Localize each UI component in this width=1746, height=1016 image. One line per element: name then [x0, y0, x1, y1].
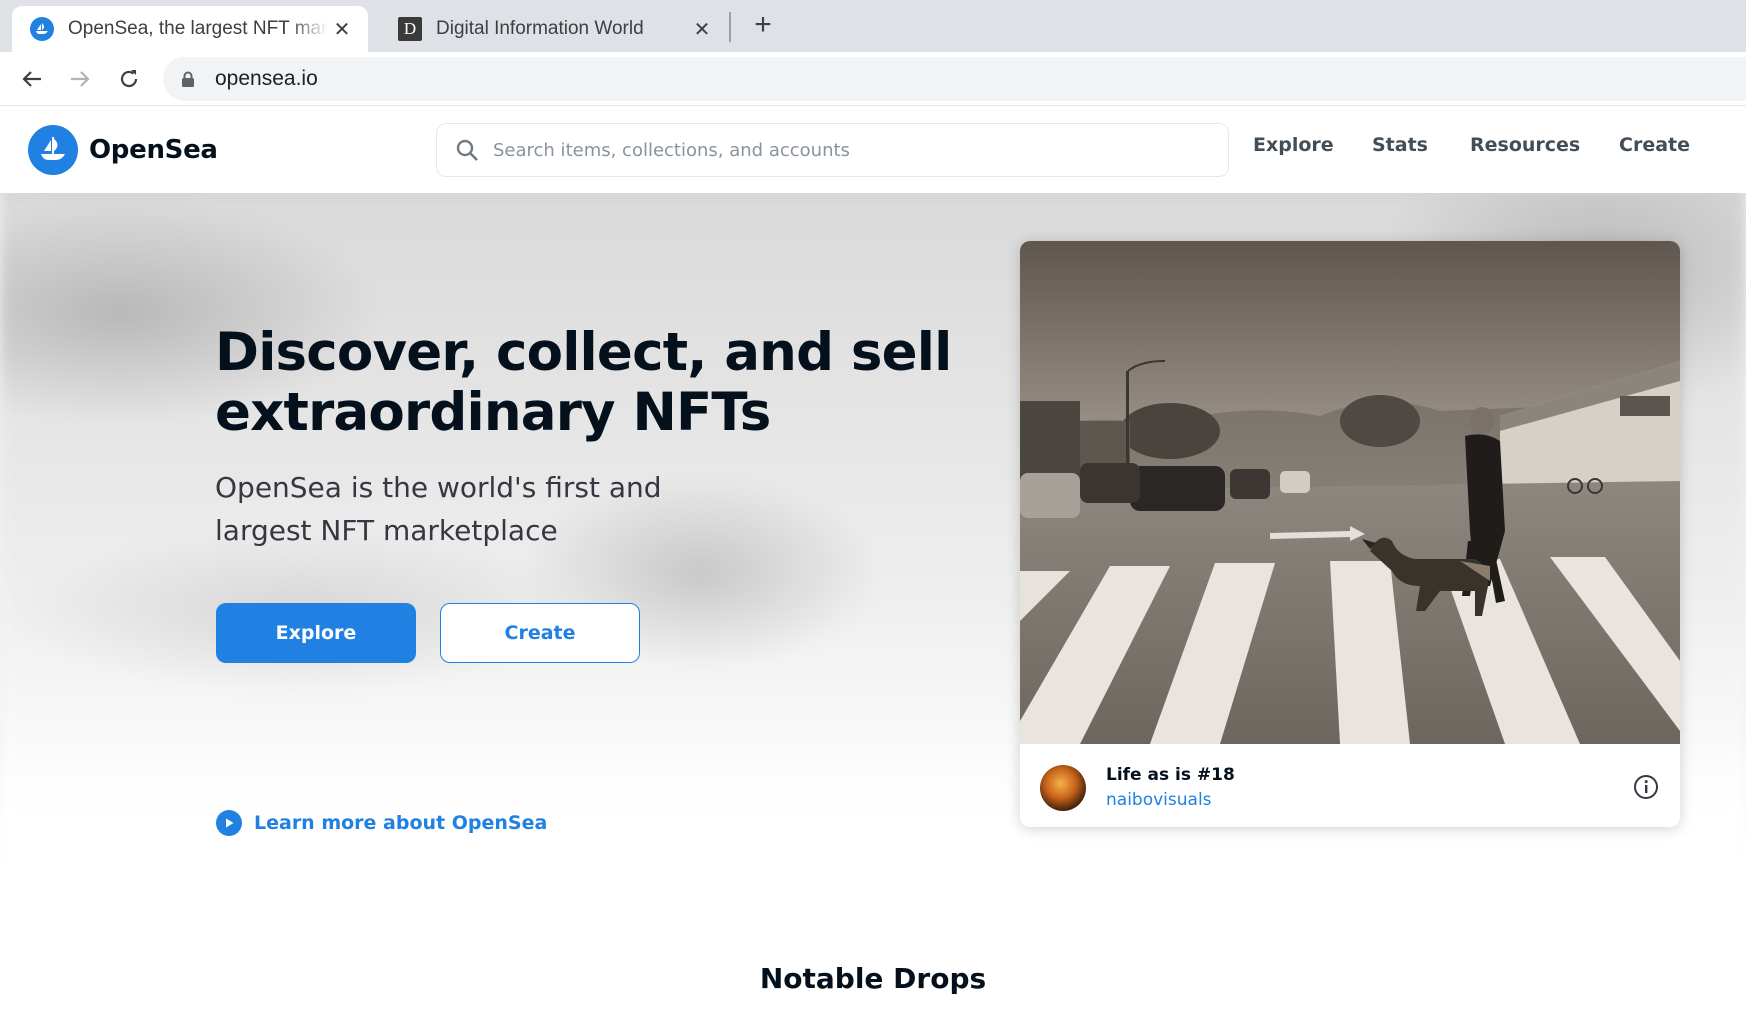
learn-more-label: Learn more about OpenSea: [254, 812, 548, 834]
search-icon: [456, 139, 478, 161]
diw-favicon-icon: D: [398, 17, 422, 41]
nft-creator-link[interactable]: naibovisuals: [1106, 790, 1212, 810]
close-tab-icon[interactable]: ✕: [688, 15, 716, 43]
nav-explore[interactable]: Explore: [1253, 134, 1334, 156]
lock-icon: [182, 71, 194, 87]
create-button[interactable]: Create: [440, 603, 640, 663]
browser-tab-strip: OpenSea, the largest NFT market ✕ D Digi…: [0, 0, 1746, 52]
opensea-favicon-icon: [30, 17, 54, 41]
nav-stats[interactable]: Stats: [1372, 134, 1428, 156]
hero-subtitle: OpenSea is the world's first and largest…: [215, 471, 662, 547]
opensea-ship-icon: [28, 125, 78, 175]
notable-drops-heading: Notable Drops: [759, 962, 987, 995]
nav-create[interactable]: Create: [1619, 134, 1690, 156]
forward-arrow-icon[interactable]: [64, 63, 96, 95]
reload-icon[interactable]: [113, 63, 145, 95]
info-icon[interactable]: [1632, 773, 1660, 801]
address-bar[interactable]: opensea.io: [163, 57, 1746, 101]
hero-section: Discover, collect, and sell extraordinar…: [0, 193, 1746, 873]
address-url: opensea.io: [215, 67, 318, 90]
back-arrow-icon[interactable]: [16, 63, 48, 95]
brand-name: OpenSea: [89, 135, 218, 165]
featured-nft-image[interactable]: [1020, 241, 1680, 744]
play-circle-icon: [216, 810, 242, 836]
tab-divider: [729, 12, 731, 42]
featured-nft-card[interactable]: Life as is #18 naibovisuals: [1020, 241, 1680, 827]
close-tab-icon[interactable]: ✕: [328, 15, 356, 43]
site-header: OpenSea Explore Stats Resources Create: [0, 107, 1746, 193]
opensea-logo[interactable]: OpenSea: [28, 125, 218, 175]
tab-digital-information-world[interactable]: D Digital Information World ✕: [380, 6, 728, 52]
browser-toolbar: opensea.io: [0, 52, 1746, 106]
featured-nft-footer: Life as is #18 naibovisuals: [1020, 744, 1680, 827]
nav-resources[interactable]: Resources: [1470, 134, 1580, 156]
hero-title: Discover, collect, and sell extraordinar…: [215, 322, 952, 443]
tab-title: OpenSea, the largest NFT market: [68, 18, 328, 39]
explore-button[interactable]: Explore: [216, 603, 416, 663]
nft-name[interactable]: Life as is #18: [1106, 765, 1235, 785]
search-input[interactable]: [493, 139, 1193, 161]
new-tab-button[interactable]: +: [748, 8, 778, 41]
tab-title: Digital Information World: [436, 18, 644, 39]
learn-more-link[interactable]: Learn more about OpenSea: [216, 810, 547, 836]
creator-avatar[interactable]: [1040, 765, 1086, 811]
tab-opensea[interactable]: OpenSea, the largest NFT market ✕: [12, 6, 368, 52]
search-bar[interactable]: [436, 123, 1229, 177]
